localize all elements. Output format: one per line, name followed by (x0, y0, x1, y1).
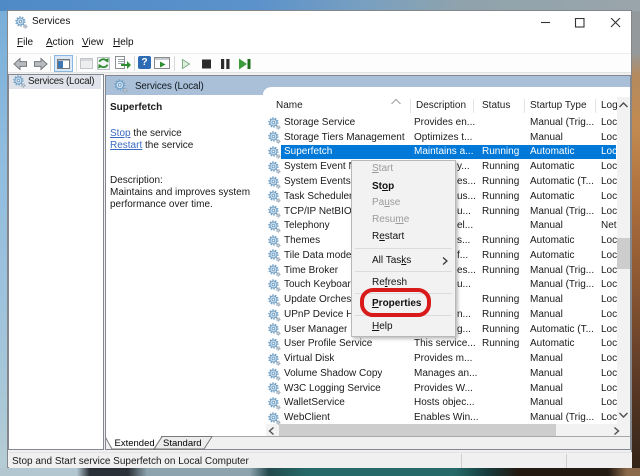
svg-text:Standard: Standard (163, 438, 202, 449)
svg-text:Extended: Extended (115, 438, 155, 449)
